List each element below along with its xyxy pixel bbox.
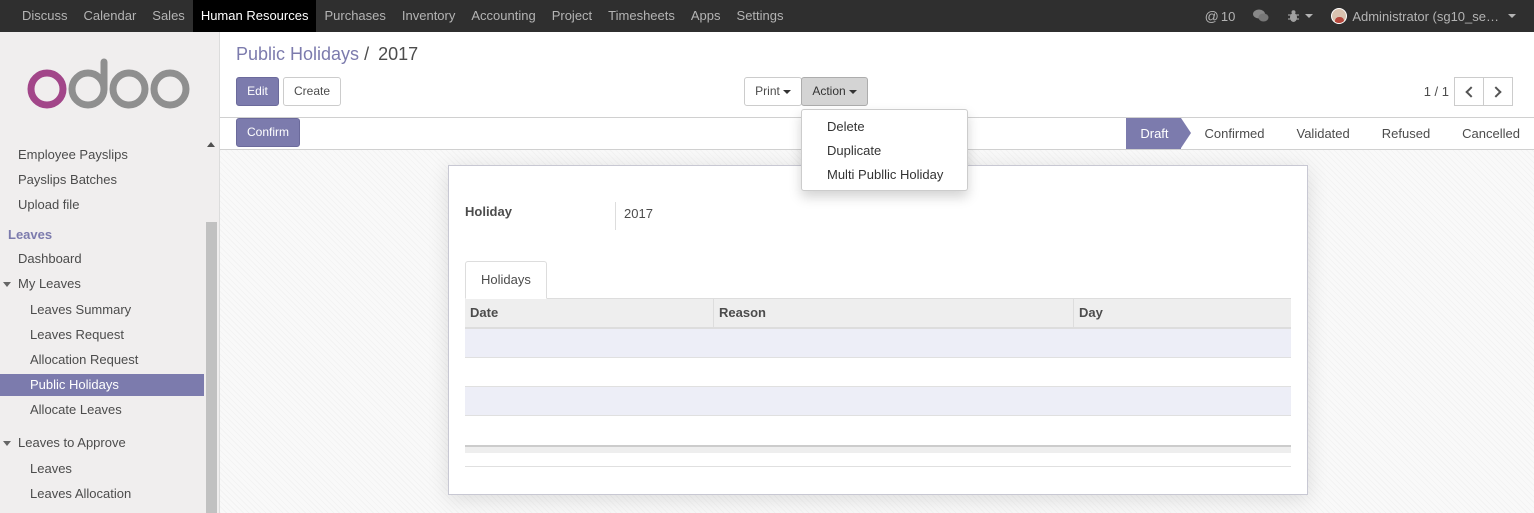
holiday-value: 2017 (624, 206, 653, 221)
breadcrumb-separator: / (364, 44, 370, 64)
action-dropdown-menu: Delete Duplicate Multi Publlic Holiday (801, 109, 968, 191)
notebook-tabs: Holidays (465, 261, 1291, 299)
app-menu: Discuss Calendar Sales Human Resources P… (14, 0, 792, 32)
menu-accounting[interactable]: Accounting (463, 0, 543, 32)
sidebar-item-public-holidays[interactable]: Public Holidays (0, 374, 204, 396)
tab-holidays[interactable]: Holidays (465, 261, 547, 299)
sidebar-item-leaves-to-approve[interactable]: Leaves to Approve (0, 432, 204, 454)
sidebar-item-payslips-batches[interactable]: Payslips Batches (0, 169, 204, 191)
pager-previous-button[interactable] (1454, 77, 1484, 106)
menu-inventory[interactable]: Inventory (394, 0, 463, 32)
menu-item-multi-public-holiday[interactable]: Multi Publlic Holiday (827, 167, 943, 182)
sidebar-item-label: My Leaves (18, 276, 81, 291)
menu-human-resources[interactable]: Human Resources (192, 0, 317, 32)
menu-settings[interactable]: Settings (729, 0, 792, 32)
table-bottom-line (465, 453, 1291, 467)
sidebar-item-my-leaves[interactable]: My Leaves (0, 273, 204, 295)
table-row (465, 329, 1291, 358)
sidebar-item-label: Leaves to Approve (18, 435, 126, 450)
sidebar-item-leaves[interactable]: Leaves (0, 458, 204, 480)
action-button[interactable]: Action (801, 77, 868, 106)
form-sheet: Holiday 2017 Holidays Date Reason Day (448, 165, 1308, 495)
chat-button[interactable] (1253, 9, 1269, 23)
table-row (465, 387, 1291, 416)
menu-project[interactable]: Project (544, 0, 600, 32)
column-reason[interactable]: Reason (713, 299, 1073, 329)
chat-icon (1253, 9, 1269, 22)
sidebar-item-allocate-leaves[interactable]: Allocate Leaves (0, 399, 204, 421)
stage-cancelled: Cancelled (1462, 126, 1520, 141)
menu-calendar[interactable]: Calendar (76, 0, 145, 32)
breadcrumb-parent[interactable]: Public Holidays (236, 44, 359, 64)
mentions-button[interactable]: @ 10 (1205, 8, 1236, 24)
caret-down-icon (3, 441, 11, 446)
pager-value[interactable]: 1 / 1 (1424, 84, 1449, 99)
table-row (465, 416, 1291, 445)
table-footer (465, 445, 1291, 453)
action-label: Action (812, 84, 846, 98)
at-icon: @ (1204, 8, 1219, 24)
menu-apps[interactable]: Apps (683, 0, 729, 32)
user-menu[interactable]: Administrator (sg10_se… (1331, 8, 1516, 24)
avatar (1331, 8, 1348, 24)
sidebar-item-upload-file[interactable]: Upload file (0, 194, 204, 216)
stage-list: Draft Confirmed Validated Refused Cancel… (1126, 118, 1534, 149)
sidebar-section-leaves: Leaves (8, 227, 53, 242)
sidebar-item-leaves-summary[interactable]: Leaves Summary (0, 299, 204, 321)
print-label: Print (755, 84, 780, 98)
caret-down-icon (848, 89, 857, 94)
systray: @ 10 Administrator (sg10_se… (1205, 0, 1534, 32)
chevron-left-icon (1465, 86, 1477, 98)
menu-discuss[interactable]: Discuss (14, 0, 76, 32)
sidebar-item-employee-payslips[interactable]: Employee Payslips (0, 144, 204, 166)
sidebar-item-leaves-allocation[interactable]: Leaves Allocation (0, 483, 204, 505)
mentions-count: 10 (1220, 8, 1236, 24)
bug-icon (1288, 10, 1300, 22)
sidebar-item-dashboard[interactable]: Dashboard (0, 248, 204, 270)
caret-down-icon (782, 89, 791, 94)
print-button[interactable]: Print (744, 77, 802, 106)
sidebar: Employee Payslips Payslips Batches Uploa… (0, 32, 220, 513)
table-row (465, 358, 1291, 387)
menu-timesheets[interactable]: Timesheets (600, 0, 683, 32)
main-content: Public Holidays / 2017 Edit Create Print… (220, 32, 1534, 513)
menu-item-duplicate[interactable]: Duplicate (827, 143, 881, 158)
user-name: Administrator (sg10_se… (1352, 8, 1499, 24)
breadcrumb: Public Holidays / 2017 (236, 44, 418, 65)
scroll-up-icon[interactable] (207, 142, 215, 147)
breadcrumb-current: 2017 (378, 44, 419, 64)
stage-validated: Validated (1296, 126, 1350, 141)
create-button[interactable]: Create (283, 77, 341, 106)
table-header: Date Reason Day (465, 299, 1291, 329)
menu-sales[interactable]: Sales (144, 0, 193, 32)
confirm-button[interactable]: Confirm (236, 118, 300, 147)
sidebar-item-leaves-request[interactable]: Leaves Request (0, 324, 204, 346)
pager-next-button[interactable] (1483, 77, 1513, 106)
column-date[interactable]: Date (465, 299, 713, 329)
top-navbar: Discuss Calendar Sales Human Resources P… (0, 0, 1534, 32)
edit-button[interactable]: Edit (236, 77, 279, 106)
holiday-label: Holiday (465, 204, 512, 219)
holidays-table: Date Reason Day (465, 299, 1291, 467)
column-day[interactable]: Day (1073, 299, 1291, 329)
debug-button[interactable] (1287, 9, 1314, 23)
stage-refused: Refused (1381, 126, 1431, 141)
caret-down-icon (3, 282, 11, 287)
caret-down-icon (1508, 14, 1516, 18)
sidebar-scrollbar[interactable] (206, 222, 217, 513)
odoo-logo (27, 58, 190, 109)
field-divider (615, 202, 616, 230)
menu-purchases[interactable]: Purchases (316, 0, 393, 32)
stage-confirmed: Confirmed (1204, 126, 1265, 141)
sidebar-item-allocation-request[interactable]: Allocation Request (0, 349, 204, 371)
menu-item-delete[interactable]: Delete (827, 119, 865, 134)
caret-down-icon (1305, 14, 1314, 18)
stage-draft: Draft (1126, 118, 1191, 149)
chevron-right-icon (1490, 86, 1502, 98)
